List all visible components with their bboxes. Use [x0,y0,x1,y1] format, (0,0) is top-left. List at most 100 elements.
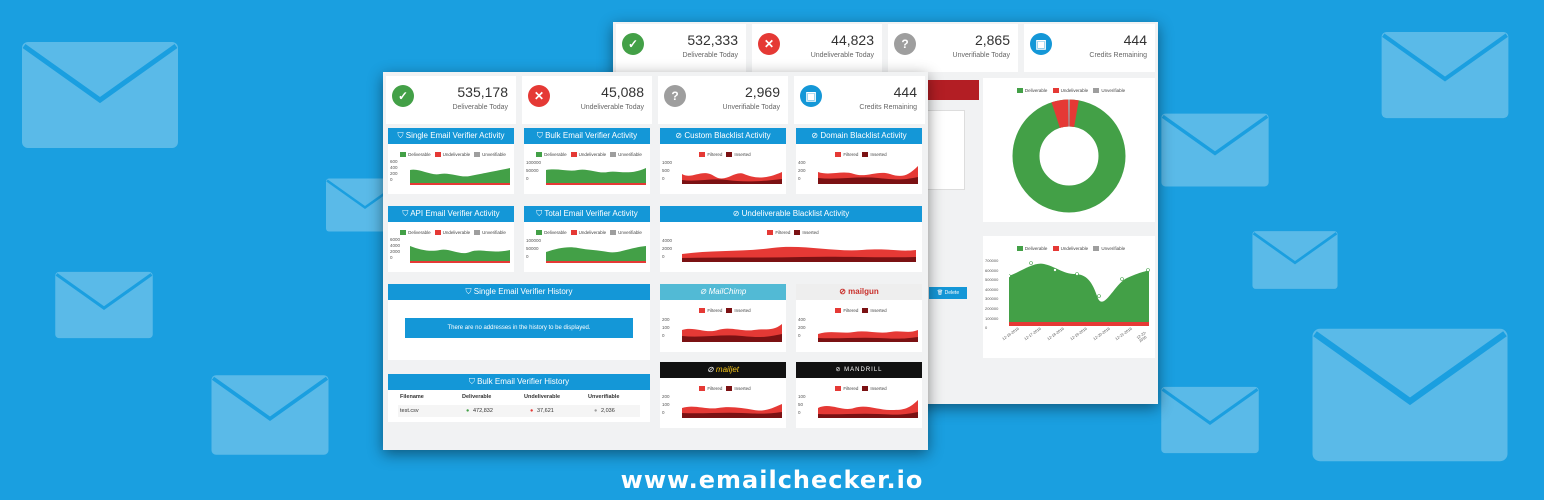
unverifiable-cell: 2,036 [601,408,615,414]
chart-legend: Deliverable Undeliverable Unverifiable [524,230,650,236]
card-header: ⛉ Single Email Verifier History [388,284,650,300]
envelope-icon [1252,231,1338,289]
check-icon: ✓ [392,85,414,107]
delete-button[interactable]: 🗑 Delete [929,287,967,299]
domain-blacklist-activity-card: ⊘ Domain Blacklist Activity Filtered Inse… [796,128,922,194]
chart-legend: Deliverable Undeliverable Unverifiable [388,230,514,236]
stat-value: 532,333 [687,32,738,48]
mailgun-blacklist-card: ⊘ mailgun Filtered Inserted 400 200 0 [796,284,922,352]
area-chart [682,404,782,418]
filename-cell: test.csv [400,408,419,414]
table-row[interactable]: test.csv ● 472,832 ● 37,621 ● 2,036 [398,405,640,417]
column-header[interactable]: Deliverable [462,391,491,403]
y-axis-ticks: 100000 50000 0 [526,238,542,259]
single-verifier-history-card: ⛉ Single Email Verifier History There ar… [388,284,650,360]
card-header: ⛉ Bulk Email Verifier Activity [524,128,650,144]
x-icon: ● [530,408,534,414]
card-header: ⊘ MailChimp [660,284,786,300]
undeliverable-cell: 37,621 [537,408,554,414]
single-verifier-activity-card: ⛉ Single Email Verifier Activity Deliver… [388,128,514,194]
y-axis-ticks: 100 50 0 [798,394,806,415]
credit-icon: ▣ [800,85,822,107]
area-chart [682,172,782,184]
stat-value: 44,823 [831,32,874,48]
card-header: ⛉ Single Email Verifier Activity [388,128,514,144]
column-header[interactable]: Undeliverable [524,391,560,403]
bulk-verifier-history-card: ⛉ Bulk Email Verifier History Filename D… [388,374,650,422]
card-header: ⛉ API Email Verifier Activity [388,206,514,222]
column-header[interactable]: Filename [400,391,424,403]
stat-value: 2,865 [974,32,1010,48]
stat-undeliverable: ✕ 44,823 Undeliverable Today [752,24,882,72]
chart-legend: Filtered Inserted [660,230,922,236]
custom-blacklist-activity-card: ⊘ Custom Blacklist Activity Filtered Inse… [660,128,786,194]
card-header: ⛉ Total Email Verifier Activity [524,206,650,222]
area-chart [682,324,782,342]
mailchimp-blacklist-card: ⊘ MailChimp Filtered Inserted 200 100 0 [660,284,786,352]
stat-label: Unverifiable Today [952,52,1010,59]
card-header: ⊘ mailjet [660,362,786,378]
mailchimp-logo: MailChimp [708,287,747,296]
line-chart-card: Deliverable Undeliverable Unverifiable 7… [983,236,1155,358]
y-axis-ticks: 6000 4000 2000 0 [390,237,401,260]
chart-legend: Deliverable Undeliverable Unverifiable [983,88,1155,94]
front-dashboard-window: ✓ 535,178 Deliverable Today ✕ 45,088 Und… [383,72,928,450]
y-axis-ticks: 600 400 200 0 [390,159,398,182]
chart-legend: Filtered Inserted [796,152,922,158]
delete-label: Delete [944,290,960,296]
y-axis-ticks: 400 200 0 [798,317,806,338]
question-icon: ? [894,33,916,55]
bulk-verifier-activity-card: ⛉ Bulk Email Verifier Activity Deliverab… [524,128,650,194]
column-header[interactable]: Unverifiable [588,391,619,403]
empty-history-notice: There are no addresses in the history to… [405,318,633,338]
area-chart [818,400,918,418]
panel-header [923,80,979,100]
deliverable-cell: 472,832 [473,408,493,414]
chart-legend: Deliverable Undeliverable Unverifiable [388,152,514,158]
stat-value: 2,969 [744,84,780,100]
mailjet-blacklist-card: ⊘ mailjet Filtered Inserted 200 100 0 [660,362,786,428]
stat-unverifiable: ? 2,865 Unverifiable Today [888,24,1018,72]
bulk-history-table: Filename Deliverable Undeliverable Unver… [398,391,640,421]
area-chart [546,246,646,263]
y-axis-ticks: 1000 500 0 [662,160,673,181]
stat-value: 45,088 [601,84,644,100]
api-verifier-activity-card: ⛉ API Email Verifier Activity Deliverabl… [388,206,514,272]
stat-undeliverable: ✕ 45,088 Undeliverable Today [522,76,652,124]
x-icon: ✕ [758,33,780,55]
stat-label: Credits Remaining [859,104,917,111]
stat-value: 444 [1123,32,1147,48]
donut-chart [1012,99,1126,213]
envelope-icon [1381,31,1509,119]
envelope-icon [1161,113,1269,187]
y-axis-ticks: 400 200 0 [798,160,806,181]
area-chart [818,166,918,184]
check-icon: ✓ [622,33,644,55]
chart-legend: Deliverable Undeliverable Unverifiable [524,152,650,158]
stat-label: Unverifiable Today [722,104,780,111]
stat-credits: ▣ 444 Credits Remaining [1024,24,1155,72]
stat-label: Deliverable Today [682,52,738,59]
y-axis-ticks: 700000 600000 500000 400000 300000 200000 1000… [985,258,999,331]
check-icon: ● [466,408,470,414]
envelope-icon [211,375,329,455]
area-chart [682,246,916,262]
card-header: ⊘ MANDRILL [796,362,922,378]
area-chart [410,246,510,263]
envelope-icon [55,271,153,339]
footer-url[interactable]: www.emailchecker.io [0,466,1544,494]
question-icon: ? [664,85,686,107]
card-header: ⊘ mailgun [796,284,922,300]
area-chart [546,168,646,185]
stat-deliverable: ✓ 535,178 Deliverable Today [386,76,516,124]
stat-credits: ▣ 444 Credits Remaining [794,76,925,124]
mailjet-logo: mailjet [715,365,740,374]
y-axis-ticks: 100000 50000 0 [526,160,542,181]
envelope-icon [1312,328,1508,462]
card-header: ⊘ Undeliverable Blacklist Activity [660,206,922,222]
stat-unverifiable: ? 2,969 Unverifiable Today [658,76,788,124]
chart-legend: Filtered Inserted [796,308,922,314]
chart-legend: Deliverable Undeliverable Unverifiable [983,246,1155,252]
question-icon: ● [594,408,598,414]
undeliverable-blacklist-activity-card: ⊘ Undeliverable Blacklist Activity Filte… [660,206,922,272]
